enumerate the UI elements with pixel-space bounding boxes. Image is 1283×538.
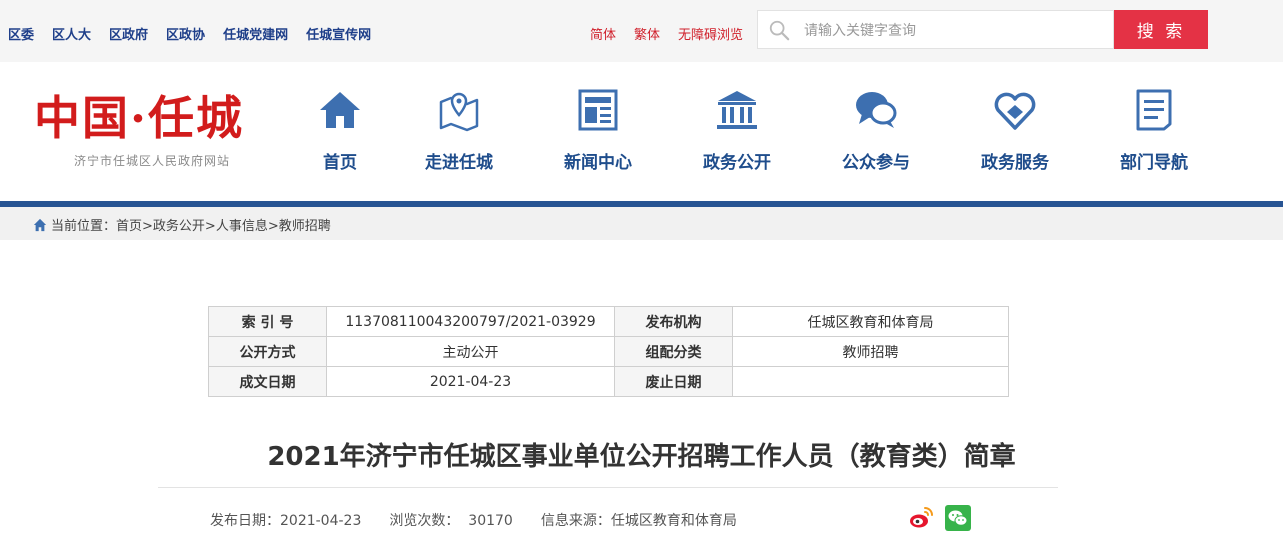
publisher-value: 任城区教育和体育局	[732, 306, 1009, 337]
top-links: 区委 区人大 区政府 区政协 任城党建网 任城宣传网	[8, 24, 389, 43]
main-nav: 首页 走进任城 新闻中心 政务公开 公众参与 政务服务 部门导航	[300, 62, 1260, 201]
table-row: 公开方式 主动公开 组配分类 教师招聘	[208, 336, 1009, 367]
simplified-chinese-link[interactable]: 简体	[590, 24, 616, 43]
index-number-label: 索 引 号	[208, 306, 327, 337]
header: 中国·任城 济宁市任城区人民政府网站 首页 走进任城 新闻中心 政务公开 公众参…	[0, 62, 1283, 201]
government-icon	[717, 91, 757, 129]
top-link-district-committee[interactable]: 区委	[8, 24, 34, 43]
top-bar: 区委 区人大 区政府 区政协 任城党建网 任城宣传网 简体 繁体 无障碍浏览 搜…	[0, 0, 1283, 62]
creation-date-value: 2021-04-23	[326, 366, 615, 397]
nav-item-department-directory[interactable]: 部门导航	[1084, 62, 1224, 201]
nav-label: 公众参与	[842, 153, 910, 173]
view-count-value: 30170	[468, 513, 513, 529]
category-value: 教师招聘	[732, 336, 1009, 367]
nav-label: 政务服务	[981, 153, 1049, 173]
disclosure-method-value: 主动公开	[326, 336, 615, 367]
breadcrumb: 当前位置： 首页> 政务公开> 人事信息> 教师招聘	[33, 215, 331, 234]
service-icon	[994, 92, 1036, 130]
map-pin-icon	[439, 92, 479, 132]
logo-title: 中国·任城	[34, 91, 245, 145]
publisher-label: 发布机构	[614, 306, 733, 337]
search-icon	[769, 20, 790, 41]
site-logo[interactable]: 中国·任城 济宁市任城区人民政府网站	[34, 90, 294, 180]
chat-icon	[856, 92, 897, 128]
table-row: 成文日期 2021-04-23 废止日期	[208, 366, 1009, 397]
breadcrumb-personnel-info[interactable]: 人事信息>	[216, 215, 279, 234]
view-count: 浏览次数： 30170	[389, 510, 512, 530]
top-link-district-congress[interactable]: 区人大	[52, 24, 91, 43]
article-title: 2021年济宁市任城区事业单位公开招聘工作人员（教育类）简章	[267, 442, 1016, 472]
weibo-icon[interactable]	[908, 505, 934, 531]
info-source: 信息来源：任城区教育和体育局	[540, 513, 737, 529]
index-number-value: 113708110043200797/2021-03929	[326, 306, 615, 337]
news-icon	[578, 89, 618, 131]
search-input[interactable]	[802, 16, 1106, 45]
publish-date: 发布日期：2021-04-23	[210, 513, 362, 529]
nav-label: 政务公开	[703, 153, 771, 173]
nav-item-about[interactable]: 走进任城	[389, 62, 529, 201]
language-links: 简体 繁体 无障碍浏览	[590, 24, 761, 43]
table-row: 索 引 号 113708110043200797/2021-03929 发布机构…	[208, 306, 1009, 337]
category-label: 组配分类	[614, 336, 733, 367]
wechat-icon[interactable]	[945, 505, 971, 531]
logo-subtitle: 济宁市任城区人民政府网站	[74, 154, 231, 168]
directory-icon	[1136, 89, 1172, 131]
top-link-district-cppcc[interactable]: 区政协	[166, 24, 205, 43]
title-divider	[158, 487, 1058, 488]
search-button[interactable]: 搜 索	[1114, 10, 1208, 49]
article-meta: 发布日期：2021-04-23 浏览次数： 30170 信息来源：任城区教育和体…	[210, 510, 765, 530]
disclosure-method-label: 公开方式	[208, 336, 327, 367]
accessibility-link[interactable]: 无障碍浏览	[678, 24, 743, 43]
breadcrumb-prefix: 当前位置：	[51, 219, 117, 234]
creation-date-label: 成文日期	[208, 366, 327, 397]
nav-label: 新闻中心	[564, 153, 632, 173]
nav-item-government-services[interactable]: 政务服务	[945, 62, 1085, 201]
top-link-party-building[interactable]: 任城党建网	[223, 24, 288, 43]
expiry-date-label: 废止日期	[614, 366, 733, 397]
breadcrumb-bar: 当前位置： 首页> 政务公开> 人事信息> 教师招聘	[0, 207, 1283, 240]
nav-item-government-affairs[interactable]: 政务公开	[667, 62, 807, 201]
nav-item-news[interactable]: 新闻中心	[528, 62, 668, 201]
breadcrumb-home[interactable]: 首页>	[116, 215, 153, 234]
top-link-propaganda[interactable]: 任城宣传网	[306, 24, 371, 43]
document-info-table: 索 引 号 113708110043200797/2021-03929 发布机构…	[208, 306, 1009, 397]
traditional-chinese-link[interactable]: 繁体	[634, 24, 660, 43]
nav-item-public-participation[interactable]: 公众参与	[806, 62, 946, 201]
breadcrumb-teacher-recruitment[interactable]: 教师招聘	[279, 215, 331, 234]
search-box	[757, 10, 1114, 49]
home-icon	[33, 218, 47, 231]
nav-label: 部门导航	[1120, 153, 1188, 173]
house-icon	[320, 92, 360, 128]
breadcrumb-government-affairs[interactable]: 政务公开>	[153, 215, 216, 234]
nav-label: 走进任城	[425, 153, 493, 173]
expiry-date-value	[732, 366, 1009, 397]
top-link-district-government[interactable]: 区政府	[109, 24, 148, 43]
view-count-label: 浏览次数：	[389, 513, 460, 529]
